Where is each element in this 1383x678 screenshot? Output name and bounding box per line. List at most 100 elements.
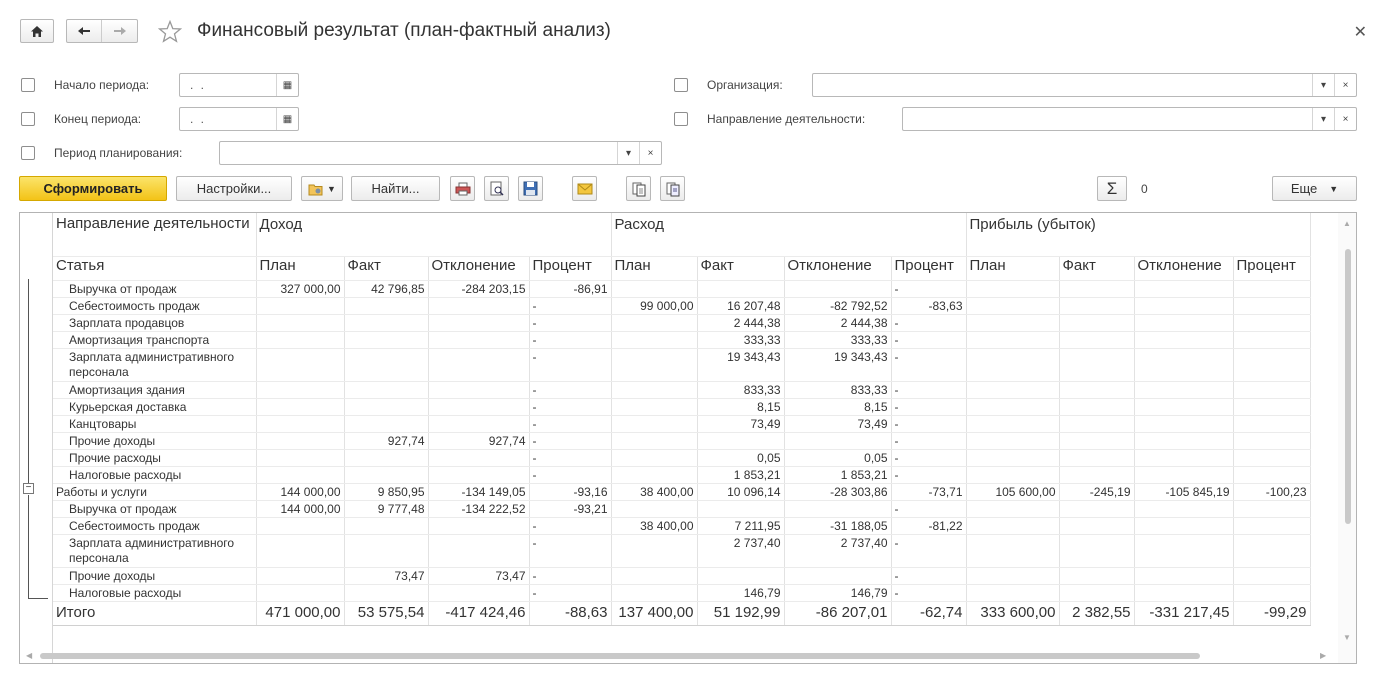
value-cell[interactable] [1059,331,1135,349]
value-cell[interactable] [1134,584,1234,602]
value-cell[interactable] [611,466,698,484]
value-cell[interactable] [344,348,429,382]
value-cell[interactable]: 333 600,00 [966,601,1060,626]
more-button[interactable]: Еще ▼ [1272,176,1357,201]
planning-period-checkbox[interactable] [21,146,35,160]
table-row[interactable]: Амортизация здания -833,33 833,33- [53,381,1311,399]
value-cell[interactable] [256,466,345,484]
calendar-icon[interactable]: ▦ [276,108,298,130]
value-cell[interactable]: - [529,314,612,332]
value-cell[interactable]: -245,19 [1059,483,1135,501]
value-cell[interactable]: 327 000,00 [256,280,345,298]
value-cell[interactable]: 2 444,38 [697,314,785,332]
value-cell[interactable] [1134,432,1234,450]
row-label-cell[interactable]: Прочие доходы [53,567,257,585]
value-cell[interactable] [784,432,892,450]
value-cell[interactable] [428,314,530,332]
value-cell[interactable] [1134,314,1234,332]
row-label-cell[interactable]: Налоговые расходы [53,584,257,602]
value-cell[interactable]: 927,74 [428,432,530,450]
value-cell[interactable] [1059,449,1135,467]
value-cell[interactable] [966,534,1060,568]
value-cell[interactable] [966,500,1060,518]
group-row[interactable]: Работы и услуги 144 000,00 9 850,95 -134 14… [53,483,1311,501]
value-cell[interactable] [344,466,429,484]
clear-icon[interactable]: × [639,142,661,164]
value-cell[interactable] [966,517,1060,535]
value-cell[interactable]: 833,33 [784,381,892,399]
value-cell[interactable]: 144 000,00 [256,483,345,501]
scroll-down-icon[interactable]: ▼ [1343,633,1351,642]
value-cell[interactable]: 333,33 [784,331,892,349]
value-cell[interactable]: 927,74 [344,432,429,450]
table-row[interactable]: Налоговые расходы -146,79 146,79- [53,584,1311,602]
table-row[interactable]: Выручка от продаж 144 000,00 9 777,48 -134 … [53,500,1311,518]
value-cell[interactable] [256,297,345,315]
value-cell[interactable]: 53 575,54 [344,601,429,626]
value-cell[interactable] [1059,517,1135,535]
value-cell[interactable]: -93,16 [529,483,612,501]
value-cell[interactable] [344,449,429,467]
value-cell[interactable] [966,584,1060,602]
value-cell[interactable]: - [529,584,612,602]
value-cell[interactable]: 2 382,55 [1059,601,1135,626]
planning-period-field[interactable]: ▾ × [219,141,662,165]
value-cell[interactable]: - [529,381,612,399]
value-cell[interactable]: 73,47 [344,567,429,585]
total-row[interactable]: Итого 471 000,00 53 575,54 -417 424,46 -88,6… [53,601,1311,626]
value-cell[interactable]: - [891,331,967,349]
value-cell[interactable] [1059,398,1135,416]
send-email-button[interactable] [572,176,597,201]
table-row[interactable]: Себестоимость продаж -38 400,00 7 211,95 -3… [53,517,1311,535]
start-period-field[interactable]: . . ▦ [179,73,299,97]
value-cell[interactable] [344,398,429,416]
value-cell[interactable] [344,415,429,433]
value-cell[interactable] [1059,534,1135,568]
value-cell[interactable] [1134,517,1234,535]
value-cell[interactable] [1059,567,1135,585]
row-label-cell[interactable]: Зарплата административного персонала [53,534,257,568]
row-label-cell[interactable]: Итого [53,601,257,626]
value-cell[interactable] [256,314,345,332]
settings-button[interactable]: Настройки... [176,176,292,201]
value-cell[interactable] [344,314,429,332]
value-cell[interactable]: - [529,398,612,416]
value-cell[interactable] [256,348,345,382]
value-cell[interactable] [611,567,698,585]
value-cell[interactable]: 833,33 [697,381,785,399]
scroll-left-icon[interactable]: ◀ [26,651,32,660]
value-cell[interactable] [1134,381,1234,399]
table-row[interactable]: Амортизация транспорта -333,33 333,33- [53,331,1311,349]
value-cell[interactable] [428,584,530,602]
value-cell[interactable] [1233,348,1311,382]
copy-button[interactable] [626,176,651,201]
clear-icon[interactable]: × [1334,108,1356,130]
value-cell[interactable] [428,331,530,349]
value-cell[interactable]: -86 207,01 [784,601,892,626]
value-cell[interactable] [697,500,785,518]
value-cell[interactable] [784,567,892,585]
value-cell[interactable] [1233,500,1311,518]
row-label-cell[interactable]: Зарплата административного персонала [53,348,257,382]
value-cell[interactable]: 2 737,40 [784,534,892,568]
value-cell[interactable] [344,297,429,315]
table-row[interactable]: Зарплата административного персонала -19 … [53,348,1311,382]
value-cell[interactable] [1233,534,1311,568]
value-cell[interactable] [256,415,345,433]
value-cell[interactable] [428,466,530,484]
table-row[interactable]: Налоговые расходы -1 853,21 1 853,21- [53,466,1311,484]
table-row[interactable]: Курьерская доставка -8,15 8,15- [53,398,1311,416]
report-grid[interactable]: − Направление деятельности Доход Расход … [19,212,1357,664]
value-cell[interactable]: -81,22 [891,517,967,535]
value-cell[interactable] [966,398,1060,416]
direction-field[interactable]: ▾ × [902,107,1357,131]
value-cell[interactable]: 146,79 [784,584,892,602]
row-label-cell[interactable]: Себестоимость продаж [53,297,257,315]
value-cell[interactable]: 2 737,40 [697,534,785,568]
value-cell[interactable] [1233,415,1311,433]
value-cell[interactable]: - [891,314,967,332]
value-cell[interactable] [966,280,1060,298]
dropdown-icon[interactable]: ▾ [1312,108,1334,130]
value-cell[interactable] [256,381,345,399]
value-cell[interactable]: -88,63 [529,601,612,626]
